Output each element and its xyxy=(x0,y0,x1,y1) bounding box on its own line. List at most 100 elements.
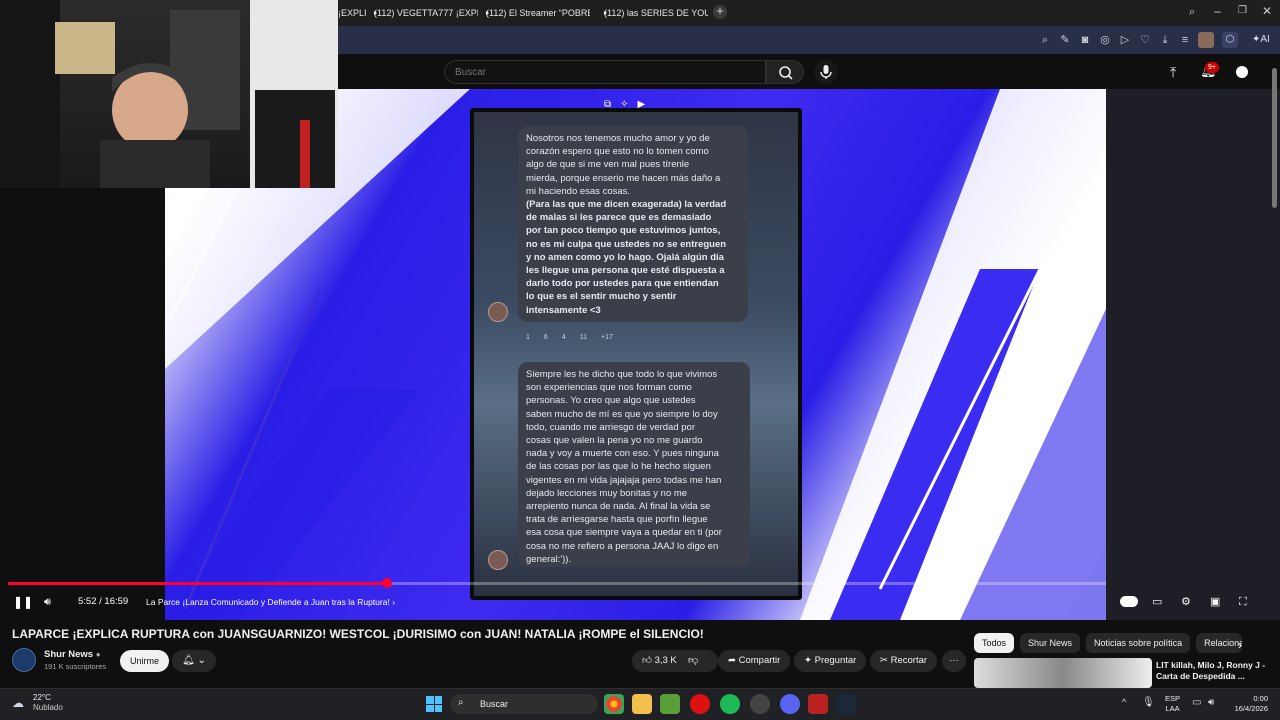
autoplay-toggle[interactable] xyxy=(1120,596,1138,607)
join-button[interactable]: Unirme xyxy=(120,650,170,672)
menu-icon[interactable]: ≡ xyxy=(1178,33,1192,47)
progress-bar-fill xyxy=(8,582,387,585)
search-icon[interactable]: ⌕ xyxy=(1038,33,1052,47)
play-icon[interactable]: ▷ xyxy=(1118,33,1132,47)
new-tab-button[interactable]: + xyxy=(713,5,727,19)
minecraft-icon[interactable] xyxy=(660,694,680,714)
channel-name[interactable]: Shur News ● xyxy=(44,649,101,660)
video-icon[interactable]: ▶ xyxy=(638,99,646,113)
subtitles-icon[interactable]: ▭ xyxy=(1152,594,1162,610)
windows-start-icon[interactable] xyxy=(426,696,442,712)
clip-label: Recortar xyxy=(890,655,928,666)
clip-button[interactable]: ✂ Recortar xyxy=(870,650,938,672)
more-actions-button[interactable]: ··· xyxy=(942,650,966,672)
close-window-icon[interactable]: ✕ xyxy=(1262,4,1272,18)
chapter-title[interactable]: La Parce ¡Lanza Comunicado y Defiende a … xyxy=(146,594,395,610)
upload-icon[interactable]: ⤒ xyxy=(1170,64,1176,81)
pause-button[interactable]: ❚❚ xyxy=(13,594,33,610)
chip-relacionado[interactable]: Relacionado xyxy=(1196,633,1243,653)
chapter-label: La Parce ¡Lanza Comunicado y Defiende a … xyxy=(146,597,390,607)
sparkle-icon[interactable]: ✧ xyxy=(620,99,628,113)
message-line: lo que es el sentir mucho y sentir xyxy=(526,291,677,303)
restore-icon[interactable]: ❐ xyxy=(1238,5,1247,16)
recommendation-thumbnail[interactable] xyxy=(974,658,1152,688)
app-icon[interactable] xyxy=(808,694,828,714)
chip-shur-news[interactable]: Shur News xyxy=(1020,633,1081,653)
search-button[interactable] xyxy=(766,60,804,84)
subscription-bell-button[interactable]: 🔔︎ ⌄ xyxy=(172,650,216,672)
phone-screenshot: Nosotros nos tenemos mucho amor y yo de … xyxy=(470,108,802,600)
message-line: cosas que valen la pena yo no me guardo xyxy=(526,435,703,447)
progress-scrubber[interactable] xyxy=(382,578,392,588)
search-input[interactable] xyxy=(444,60,766,84)
discord-icon[interactable] xyxy=(780,694,800,714)
message-reactions: 1 6 4 11 +17 xyxy=(526,334,613,341)
chevron-right-icon[interactable]: › xyxy=(1238,638,1242,652)
share-button[interactable]: ➦ Compartir xyxy=(718,650,791,672)
taskbar-search[interactable]: Buscar xyxy=(450,694,598,714)
steam-icon[interactable] xyxy=(836,694,856,714)
message-line: cosa no me refiero a persona JAAJ lo dig… xyxy=(526,540,719,552)
camera-icon[interactable]: ◙ xyxy=(1078,33,1092,47)
edit-icon[interactable]: ✎ xyxy=(1058,33,1072,47)
opera-icon[interactable] xyxy=(690,694,710,714)
message-line: mierda, porque enserio me hacen más daño… xyxy=(526,172,721,184)
heart-icon[interactable]: ♡ xyxy=(1138,33,1152,47)
microphone-icon[interactable]: 🎙︎ xyxy=(1142,697,1155,708)
weather-desc: Nublado xyxy=(33,703,63,712)
tab-label: ¡EXPLI xyxy=(338,8,367,18)
copy-icon[interactable]: ⧉ xyxy=(604,99,611,113)
ai-button[interactable]: ✦AI xyxy=(1252,32,1270,48)
message-line: de las cosas por las que lo he hecho sig… xyxy=(526,461,711,473)
weather-widget[interactable]: 22°C Nublado xyxy=(33,693,63,713)
search-tabs-icon[interactable]: ⌕ xyxy=(1189,6,1195,19)
message-line: de malas si les parece que es demasiado xyxy=(526,212,712,224)
page-scrollbar[interactable] xyxy=(1272,68,1277,208)
chip-todos[interactable]: Todos xyxy=(974,633,1015,653)
message-line: saben mucho de mí es que yo siempre lo d… xyxy=(526,408,718,420)
message-line: Nosotros nos tenemos mucho amor y yo de xyxy=(526,133,710,144)
volume-icon[interactable]: 🔊︎ xyxy=(44,594,51,610)
message-line: (Para las que me dicen exagerada) la ver… xyxy=(526,199,727,211)
message-line: general:')). xyxy=(526,553,572,565)
reaction-count: 6 xyxy=(543,334,548,341)
ask-button[interactable]: ✦ Preguntar xyxy=(794,650,867,672)
cloud-icon: ☁ xyxy=(12,696,24,710)
settings-gear-icon[interactable]: ⚙ xyxy=(1181,594,1191,610)
browser-tab[interactable]: (112) las SERIES DE YOUTU xyxy=(600,4,708,22)
message-line: vigentes en mi vida jajajaja pero todas … xyxy=(526,474,722,486)
minimize-icon[interactable]: – xyxy=(1214,4,1221,18)
extension-icon[interactable]: ◎ xyxy=(1098,33,1112,47)
message-line: darlo todo por ustedes para que entienda… xyxy=(526,278,719,290)
browser-tab[interactable]: ¡EXPLI xyxy=(338,4,368,22)
profile-avatar[interactable] xyxy=(1198,32,1214,48)
fullscreen-icon[interactable]: ⛶ xyxy=(1239,594,1247,610)
extensions-cube-icon[interactable]: ⬡ xyxy=(1222,32,1238,48)
recommendation-title[interactable]: LIT killah, Milo J, Ronny J - Carta de D… xyxy=(1156,660,1274,682)
dislike-icon[interactable]: 👎︎ xyxy=(688,654,698,666)
channel-avatar[interactable] xyxy=(12,648,36,672)
message-line: intensamente <3 xyxy=(526,304,601,316)
chrome-icon[interactable] xyxy=(604,694,624,714)
voice-search-button[interactable] xyxy=(814,60,838,84)
chip-noticias-politica[interactable]: Noticias sobre política xyxy=(1086,633,1191,653)
webcam-scene-graphic xyxy=(0,0,338,188)
language-indicator[interactable]: ESP LAA xyxy=(1165,694,1180,714)
speaker-icon[interactable]: 🔊︎ xyxy=(1208,697,1214,708)
tab-label: (112) las SERIES DE YOUTU xyxy=(604,8,708,18)
browser-tab[interactable]: (112) El Streamer “POBRE xyxy=(482,4,590,22)
spotify-icon[interactable] xyxy=(720,694,740,714)
chevron-up-icon[interactable]: ^ xyxy=(1122,697,1126,707)
like-button[interactable]: 👍︎ 3,3 K xyxy=(632,650,718,672)
browser-tab[interactable]: (112) VEGETTA777 ¡EXPLO xyxy=(370,4,478,22)
verified-icon: ● xyxy=(95,650,101,659)
display-icon[interactable]: ▭ xyxy=(1192,697,1201,708)
app-icon[interactable] xyxy=(750,694,770,714)
miniplayer-icon[interactable]: ▣ xyxy=(1210,594,1220,610)
file-explorer-icon[interactable] xyxy=(632,694,652,714)
message-line: todo, cuando me arriesgo de verdad por xyxy=(526,421,695,433)
bell-icon: 🔔︎ xyxy=(182,655,195,666)
account-avatar[interactable] xyxy=(1233,63,1251,81)
clock[interactable]: 0:00 16/4/2026 xyxy=(1226,694,1268,714)
download-icon[interactable]: ⤓ xyxy=(1158,33,1172,47)
